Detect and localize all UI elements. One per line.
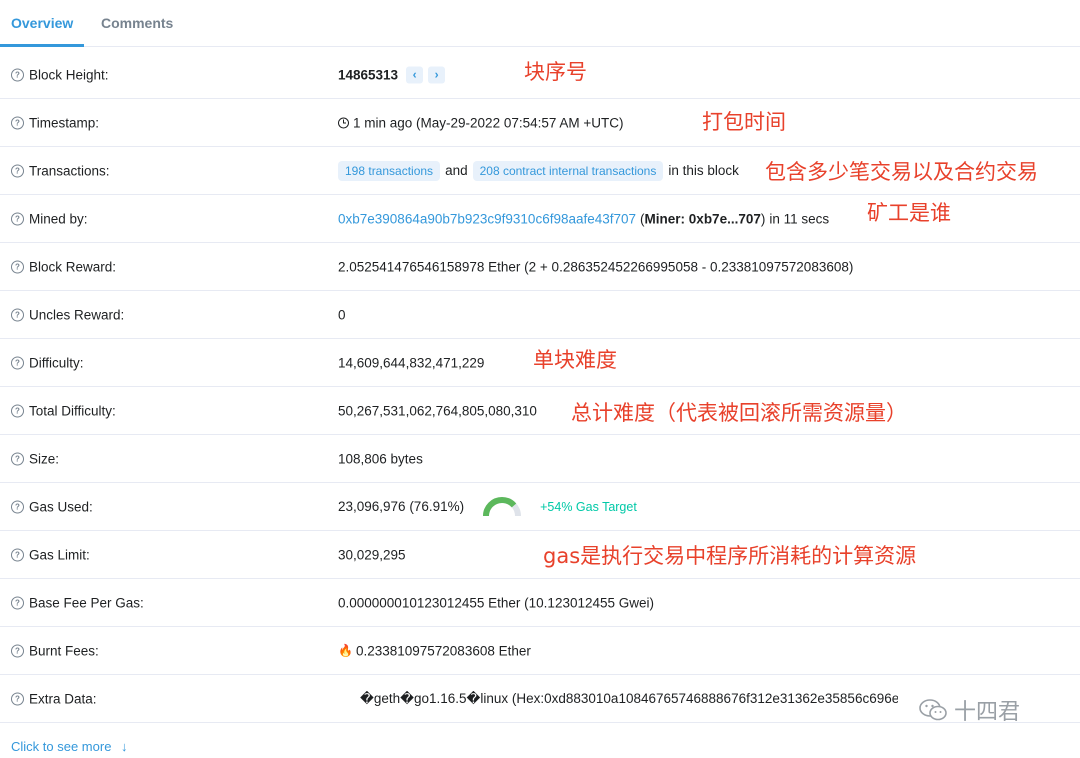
row-burnt-fees: ? Burnt Fees: 🔥 0.23381097572083608 Ether [0,627,1080,675]
prev-block-button[interactable]: ‹ [406,66,424,83]
extra-data-value: �geth�go1.16.5�linux (Hex:0xd883010a1084… [360,690,898,706]
gas-used-value: 23,096,976 (76.91%) [338,499,465,514]
extra-data-label: Extra Data: [29,691,97,706]
help-icon[interactable]: ? [11,116,24,129]
mined-by-label: Mined by: [29,211,88,226]
gas-target-text: +54% Gas Target [540,499,637,514]
row-block-reward: ? Block Reward: 2.052541476546158978 Ethe… [0,243,1080,291]
active-tab-indicator [0,44,84,47]
timestamp-label: Timestamp: [29,115,100,130]
size-value: 108,806 bytes [338,451,423,466]
help-icon[interactable]: ? [11,308,24,321]
total-difficulty-label: Total Difficulty: [29,403,116,418]
help-icon[interactable]: ? [11,404,24,417]
row-gas-used: ? Gas Used: 23,096,976 (76.91%) +54% Gas … [0,483,1080,531]
help-icon[interactable]: ? [11,212,24,225]
row-base-fee: ? Base Fee Per Gas: 0.000000010123012455 … [0,579,1080,627]
row-gas-limit: ? Gas Limit: 30,029,295 [0,531,1080,579]
tab-overview[interactable]: Overview [11,15,73,31]
burnt-fees-value: 0.23381097572083608 Ether [355,643,531,658]
wechat-icon [919,699,947,721]
help-icon[interactable]: ? [11,164,24,177]
row-size: ? Size: 108,806 bytes [0,435,1080,483]
see-more-link[interactable]: Click to see more ↓ [11,739,128,754]
annotation-mined-by: 矿工是谁 [867,201,951,225]
miner-name: Miner: 0xb7e...707 [644,211,761,226]
gas-gauge-icon [483,496,522,516]
block-height-label: Block Height: [29,67,109,82]
gas-limit-value: 30,029,295 [338,547,406,562]
timestamp-value: 1 min ago (May-29-2022 07:54:57 AM +UTC) [353,115,624,130]
annotation-gas-limit: gas是执行交易中程序所消耗的计算资源 [543,544,917,568]
and-text: and [445,163,468,178]
block-reward-label: Block Reward: [29,259,117,274]
annotation-total-difficulty: 总计难度（代表被回滚所需资源量） [571,401,907,425]
annotation-timestamp: 打包时间 [702,110,786,134]
arrow-down-icon: ↓ [121,739,128,754]
tab-comments[interactable]: Comments [101,15,173,31]
clock-icon [338,117,349,128]
fire-icon: 🔥 [338,643,353,658]
help-icon[interactable]: ? [11,692,24,705]
mined-time: in 11 secs [769,211,830,226]
help-icon[interactable]: ? [11,260,24,273]
help-icon[interactable]: ? [11,596,24,609]
internal-transactions-link[interactable]: 208 contract internal transactions [472,160,664,181]
in-block-text: in this block [668,163,739,178]
miner-address-link[interactable]: 0xb7e390864a90b7b923c9f9310c6f98aafe43f7… [338,211,636,226]
uncles-reward-value: 0 [338,307,346,322]
uncles-reward-label: Uncles Reward: [29,307,125,322]
difficulty-value: 14,609,644,832,471,229 [338,355,485,370]
next-block-button[interactable]: › [428,66,446,83]
help-icon[interactable]: ? [11,548,24,561]
help-icon[interactable]: ? [11,452,24,465]
help-icon[interactable]: ? [11,644,24,657]
annotation-block-height: 块序号 [524,60,587,84]
base-fee-label: Base Fee Per Gas: [29,595,144,610]
tab-bar: Overview Comments [0,0,1080,47]
watermark-text: 十四君 [954,700,1021,725]
see-more-text: Click to see more [11,739,112,754]
help-icon[interactable]: ? [11,68,24,81]
gas-used-label: Gas Used: [29,499,93,514]
transactions-link[interactable]: 198 transactions [338,160,441,181]
row-total-difficulty: ? Total Difficulty: 50,267,531,062,764,80… [0,387,1080,435]
block-height-value: 14865313 [338,67,399,82]
gas-limit-label: Gas Limit: [29,547,90,562]
miner-close-paren: ) [760,211,766,226]
base-fee-value: 0.000000010123012455 Ether (10.123012455… [338,595,655,610]
burnt-fees-label: Burnt Fees: [29,643,99,658]
annotation-transactions: 包含多少笔交易以及合约交易 [765,160,1038,184]
annotation-difficulty: 单块难度 [533,348,617,372]
watermark: 十四君 [918,694,1020,726]
row-timestamp: ? Timestamp: 1 min ago (May-29-2022 07:54… [0,99,1080,147]
help-icon[interactable]: ? [11,500,24,513]
help-icon[interactable]: ? [11,356,24,369]
difficulty-label: Difficulty: [29,355,84,370]
transactions-label: Transactions: [29,163,110,178]
size-label: Size: [29,451,60,466]
row-uncles-reward: ? Uncles Reward: 0 [0,291,1080,339]
total-difficulty-value: 50,267,531,062,764,805,080,310 [338,403,537,418]
block-reward-value: 2.052541476546158978 Ether (2 + 0.286352… [338,259,854,274]
